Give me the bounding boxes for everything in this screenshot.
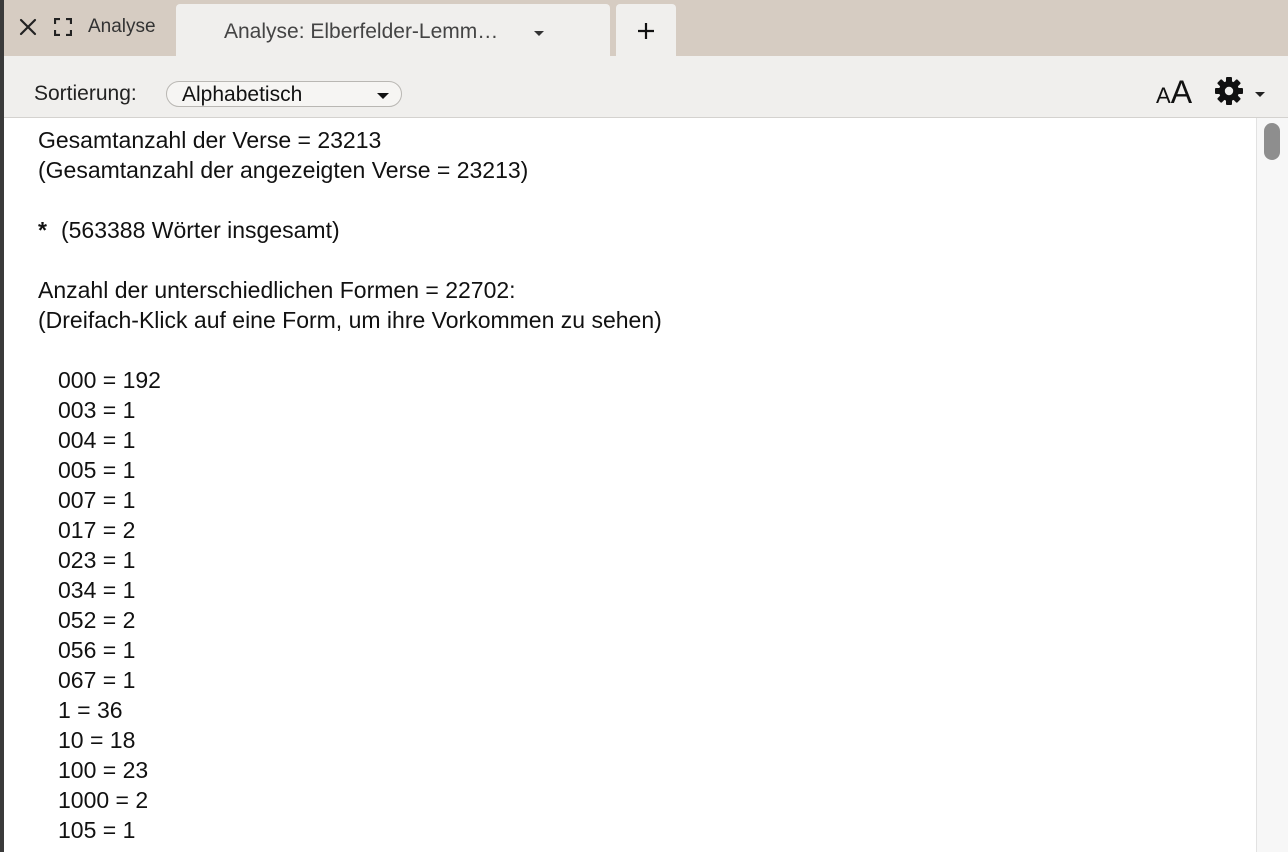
shown-verses: (Gesamtanzahl der angezeigten Verse = 23…: [38, 157, 529, 183]
form-entry[interactable]: 067 = 1: [58, 665, 135, 695]
fullscreen-icon[interactable]: [53, 17, 73, 37]
word-count-line: * (563388 Wörter insgesamt): [38, 215, 340, 245]
total-verses: Gesamtanzahl der Verse = 23213: [38, 127, 382, 153]
font-size-icon[interactable]: AA: [1156, 74, 1192, 111]
form-entry[interactable]: 1000 = 2: [58, 785, 148, 815]
form-entry[interactable]: 1 = 36: [58, 695, 123, 725]
form-entry[interactable]: 023 = 1: [58, 545, 135, 575]
analysis-text: Gesamtanzahl der Verse = 23213 (Gesamtan…: [4, 118, 1256, 852]
triple-click-hint: (Dreifach-Klick auf eine Form, um ihre V…: [38, 307, 662, 333]
form-entry[interactable]: 004 = 1: [58, 425, 135, 455]
gear-icon[interactable]: [1214, 76, 1244, 111]
toolbar: Sortierung: Alphabetisch AA: [4, 56, 1288, 118]
form-entry[interactable]: 100 = 23: [58, 755, 148, 785]
form-entry[interactable]: 056 = 1: [58, 635, 135, 665]
total-words: (563388 Wörter insgesamt): [60, 217, 340, 243]
form-entry[interactable]: 034 = 1: [58, 575, 135, 605]
chevron-down-icon: [377, 93, 389, 99]
form-entry[interactable]: 052 = 2: [58, 605, 135, 635]
form-entry[interactable]: 105 = 1: [58, 815, 135, 845]
form-entry[interactable]: 003 = 1: [58, 395, 135, 425]
chevron-down-icon[interactable]: [1255, 92, 1265, 97]
distinct-forms: Anzahl der unterschiedlichen Formen = 22…: [38, 277, 516, 303]
tab-bar: Analyse Analyse: Elberfelder-Lemm…: [4, 0, 1288, 56]
chevron-down-icon[interactable]: [534, 31, 544, 36]
form-entry[interactable]: 005 = 1: [58, 455, 135, 485]
add-tab-button[interactable]: [616, 4, 676, 56]
form-entry[interactable]: 017 = 2: [58, 515, 135, 545]
sort-label: Sortierung:: [34, 82, 137, 105]
sort-dropdown[interactable]: Alphabetisch: [166, 81, 402, 107]
close-icon[interactable]: [18, 17, 38, 37]
section-label: Analyse: [88, 16, 156, 37]
plus-icon: [638, 23, 654, 39]
form-entry[interactable]: 000 = 192: [58, 365, 161, 395]
form-entry[interactable]: 10 = 18: [58, 725, 135, 755]
tab-title: Analyse: Elberfelder-Lemm…: [224, 20, 499, 43]
tab-analysis[interactable]: Analyse: Elberfelder-Lemm…: [176, 4, 610, 56]
analysis-window: Analyse Analyse: Elberfelder-Lemm… Sorti…: [4, 0, 1288, 852]
scrollbar-thumb[interactable]: [1264, 123, 1280, 160]
form-entry[interactable]: 007 = 1: [58, 485, 135, 515]
vertical-scrollbar[interactable]: [1256, 118, 1288, 852]
star-marker: *: [38, 217, 47, 243]
sort-value: Alphabetisch: [182, 83, 303, 106]
